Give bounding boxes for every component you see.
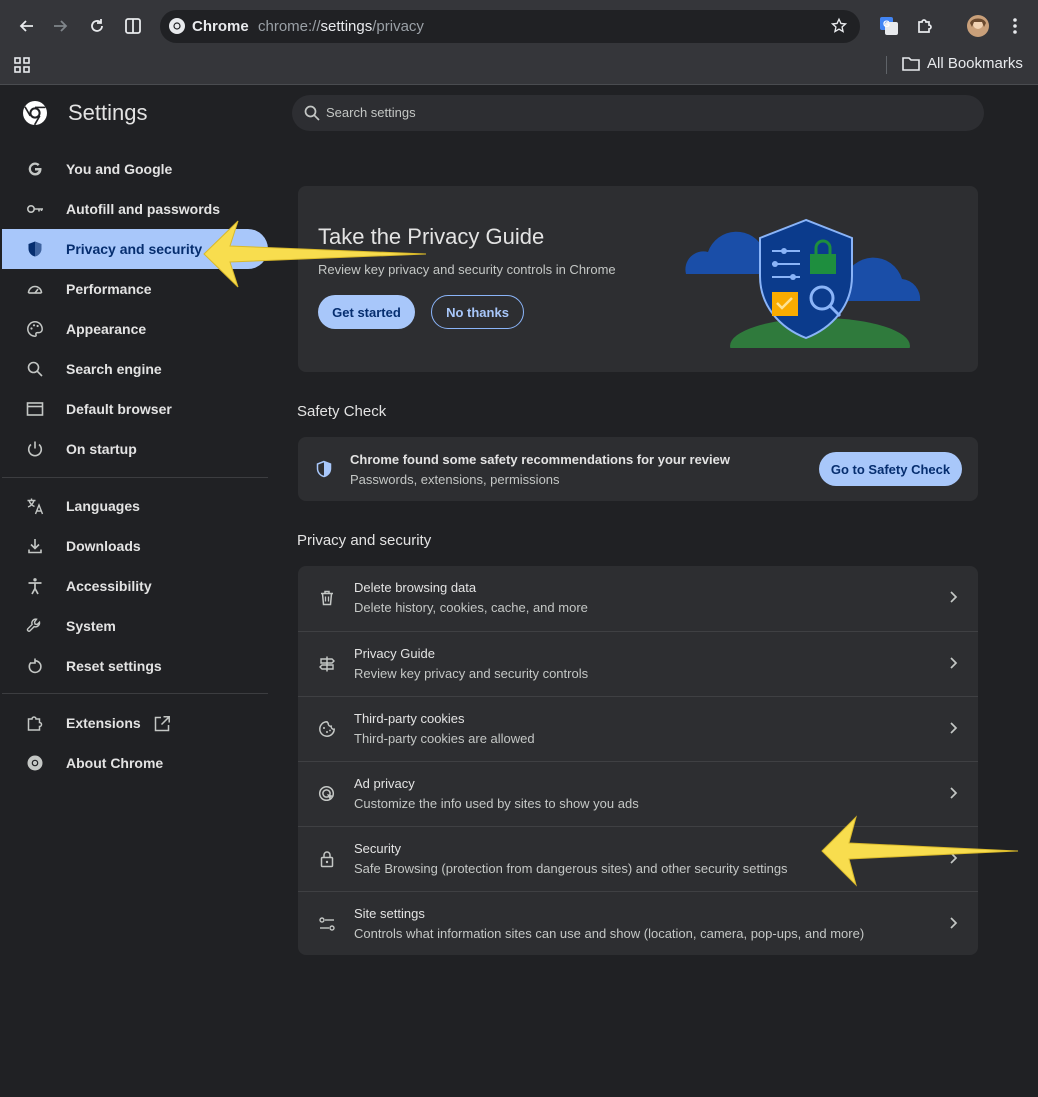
menu-button[interactable] bbox=[1003, 14, 1027, 38]
open-in-new-icon bbox=[154, 716, 170, 732]
key-icon bbox=[26, 205, 43, 214]
back-button[interactable] bbox=[14, 14, 38, 38]
address-bar[interactable]: Chrome chrome://settings/privacy bbox=[160, 10, 860, 43]
go-to-safety-check-button[interactable]: Go to Safety Check bbox=[819, 452, 962, 486]
side-panel-icon bbox=[125, 18, 141, 34]
search-icon bbox=[27, 361, 43, 377]
translate-icon bbox=[27, 498, 44, 515]
list-item-site-settings[interactable]: Site settings Controls what information … bbox=[298, 891, 978, 957]
sidebar-item-on-startup[interactable]: On startup bbox=[2, 429, 268, 469]
bookmark-star-button[interactable] bbox=[830, 17, 848, 35]
side-panel-button[interactable] bbox=[121, 14, 145, 38]
wrench-icon bbox=[26, 618, 41, 632]
all-bookmarks-label: All Bookmarks bbox=[927, 55, 1023, 72]
search-placeholder: Search settings bbox=[326, 105, 416, 120]
kebab-menu-icon bbox=[1013, 18, 1017, 34]
sidebar-item-system[interactable]: System bbox=[2, 606, 268, 646]
avatar-icon bbox=[967, 15, 989, 37]
annotation-arrow-icon bbox=[203, 220, 427, 288]
sidebar-item-downloads[interactable]: Downloads bbox=[2, 526, 268, 566]
speedometer-icon bbox=[27, 285, 43, 294]
apps-grid-icon bbox=[14, 57, 30, 73]
search-settings-input[interactable]: Search settings bbox=[292, 95, 984, 131]
chevron-right-icon bbox=[950, 917, 958, 929]
sidebar-item-about-chrome[interactable]: About Chrome bbox=[2, 743, 268, 783]
sidebar-item-search-engine[interactable]: Search engine bbox=[2, 349, 268, 389]
chevron-right-icon bbox=[950, 787, 958, 799]
sidebar-item-you-and-google[interactable]: You and Google bbox=[2, 149, 268, 189]
chrome-logo-icon bbox=[27, 755, 43, 771]
ad-target-icon bbox=[318, 785, 335, 802]
annotation-arrow-icon bbox=[821, 815, 1019, 887]
google-translate-button[interactable]: G bbox=[877, 14, 901, 38]
back-arrow-icon bbox=[19, 20, 33, 32]
get-started-button[interactable]: Get started bbox=[318, 295, 415, 329]
sidebar-item-default-browser[interactable]: Default browser bbox=[2, 389, 268, 429]
forward-button[interactable] bbox=[49, 14, 73, 38]
browser-window-icon bbox=[26, 402, 44, 416]
accessibility-icon bbox=[28, 578, 42, 595]
chevron-right-icon bbox=[950, 591, 958, 603]
reset-icon bbox=[28, 658, 42, 674]
list-item-third-party-cookies[interactable]: Third-party cookies Third-party cookies … bbox=[298, 696, 978, 762]
cookie-icon bbox=[319, 721, 335, 737]
url-text: chrome://settings/privacy bbox=[258, 18, 424, 35]
browser-toolbar: Chrome chrome://settings/privacy G bbox=[0, 0, 1038, 47]
shield-check-icon bbox=[316, 460, 332, 478]
no-thanks-button[interactable]: No thanks bbox=[431, 295, 524, 329]
sidebar-item-accessibility[interactable]: Accessibility bbox=[2, 566, 268, 606]
translate-extension-icon: G bbox=[880, 17, 898, 35]
reload-icon bbox=[91, 19, 103, 32]
forward-arrow-icon bbox=[54, 20, 68, 32]
shield-icon bbox=[28, 241, 42, 257]
bookmarks-separator bbox=[886, 56, 887, 74]
settings-brand: Settings bbox=[22, 100, 148, 126]
safety-check-heading: Safety Check bbox=[297, 403, 387, 420]
search-icon bbox=[304, 105, 320, 121]
power-icon bbox=[27, 441, 43, 457]
privacy-and-security-heading: Privacy and security bbox=[297, 532, 432, 549]
profile-avatar[interactable] bbox=[966, 14, 990, 38]
sidebar-item-reset-settings[interactable]: Reset settings bbox=[2, 646, 268, 686]
apps-button[interactable] bbox=[14, 57, 30, 73]
safety-check-card: Chrome found some safety recommendations… bbox=[298, 437, 978, 501]
sidebar-item-appearance[interactable]: Appearance bbox=[2, 309, 268, 349]
star-icon bbox=[830, 17, 848, 33]
chrome-logo-icon bbox=[23, 101, 47, 126]
site-chip-label: Chrome bbox=[192, 17, 249, 35]
chevron-right-icon bbox=[950, 657, 958, 669]
safety-check-title: Chrome found some safety recommendations… bbox=[350, 452, 730, 467]
privacy-settings-list: Delete browsing data Delete history, coo… bbox=[298, 566, 978, 955]
svg-text:G: G bbox=[883, 19, 890, 29]
sidebar-item-languages[interactable]: Languages bbox=[2, 486, 268, 526]
list-item-delete-browsing-data[interactable]: Delete browsing data Delete history, coo… bbox=[298, 566, 978, 631]
trash-icon bbox=[321, 590, 333, 606]
settings-title: Settings bbox=[68, 100, 148, 125]
reload-button[interactable] bbox=[85, 14, 109, 38]
safety-check-subtitle: Passwords, extensions, permissions bbox=[350, 472, 560, 487]
palette-icon bbox=[27, 321, 43, 337]
sidebar-item-extensions[interactable]: Extensions bbox=[2, 703, 268, 743]
puzzle-icon bbox=[918, 19, 932, 33]
google-g-icon bbox=[28, 162, 42, 176]
sidebar-divider bbox=[2, 693, 268, 694]
signpost-icon bbox=[319, 656, 335, 672]
all-bookmarks-button[interactable]: All Bookmarks bbox=[902, 55, 1023, 72]
tune-icon bbox=[319, 917, 335, 931]
puzzle-icon bbox=[27, 716, 43, 731]
chevron-right-icon bbox=[950, 722, 958, 734]
bookmarks-bar: All Bookmarks bbox=[0, 47, 1038, 85]
download-icon bbox=[28, 539, 42, 554]
privacy-guide-illustration-icon bbox=[685, 218, 921, 354]
list-item-privacy-guide[interactable]: Privacy Guide Review key privacy and sec… bbox=[298, 631, 978, 697]
sidebar-divider bbox=[2, 477, 268, 478]
site-chip[interactable]: Chrome bbox=[168, 17, 249, 35]
folder-icon bbox=[902, 56, 920, 71]
chrome-logo-icon bbox=[169, 18, 185, 34]
lock-icon bbox=[320, 851, 334, 868]
extensions-button[interactable] bbox=[913, 14, 937, 38]
